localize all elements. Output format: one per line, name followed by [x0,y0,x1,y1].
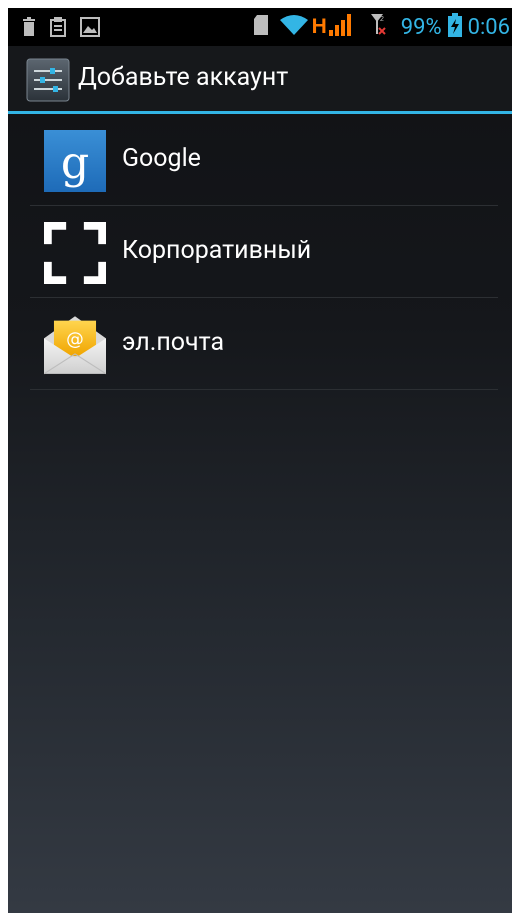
battery-icon [447,13,462,41]
list-item-label: Google [122,144,201,173]
svg-text:g: g [61,138,89,189]
list-item-email[interactable]: @ эл.почта [30,298,498,390]
screen: H 2 99% 0:06 Добавьте аккаунт g Google К… [8,8,512,913]
wifi-icon [279,14,308,40]
corporate-icon [44,222,106,284]
clipboard-icon [50,17,66,41]
svg-text:@: @ [66,330,84,350]
network-type-indicator: H [311,15,327,38]
account-type-list: g Google Корпоративный @ эл.почта [30,114,498,390]
list-item-corporate[interactable]: Корпоративный [30,206,498,298]
clock: 0:06 [467,14,510,40]
settings-icon[interactable] [26,58,70,102]
trash-icon [22,17,36,41]
sim-icon: 2 [370,14,387,40]
battery-percent: 99% [400,14,442,40]
list-item-label: Корпоративный [122,236,312,265]
status-bar: H 2 99% 0:06 [8,8,512,46]
google-icon: g [44,130,106,192]
email-icon: @ [43,314,107,376]
list-item-google[interactable]: g Google [30,114,498,206]
signal-icon [328,14,351,40]
sd-card-icon [253,15,268,39]
svg-text:2: 2 [380,16,384,23]
page-title: Добавьте аккаунт [78,63,289,92]
action-bar: Добавьте аккаунт [8,46,512,112]
list-item-label: эл.почта [122,328,225,357]
image-icon [80,17,100,41]
